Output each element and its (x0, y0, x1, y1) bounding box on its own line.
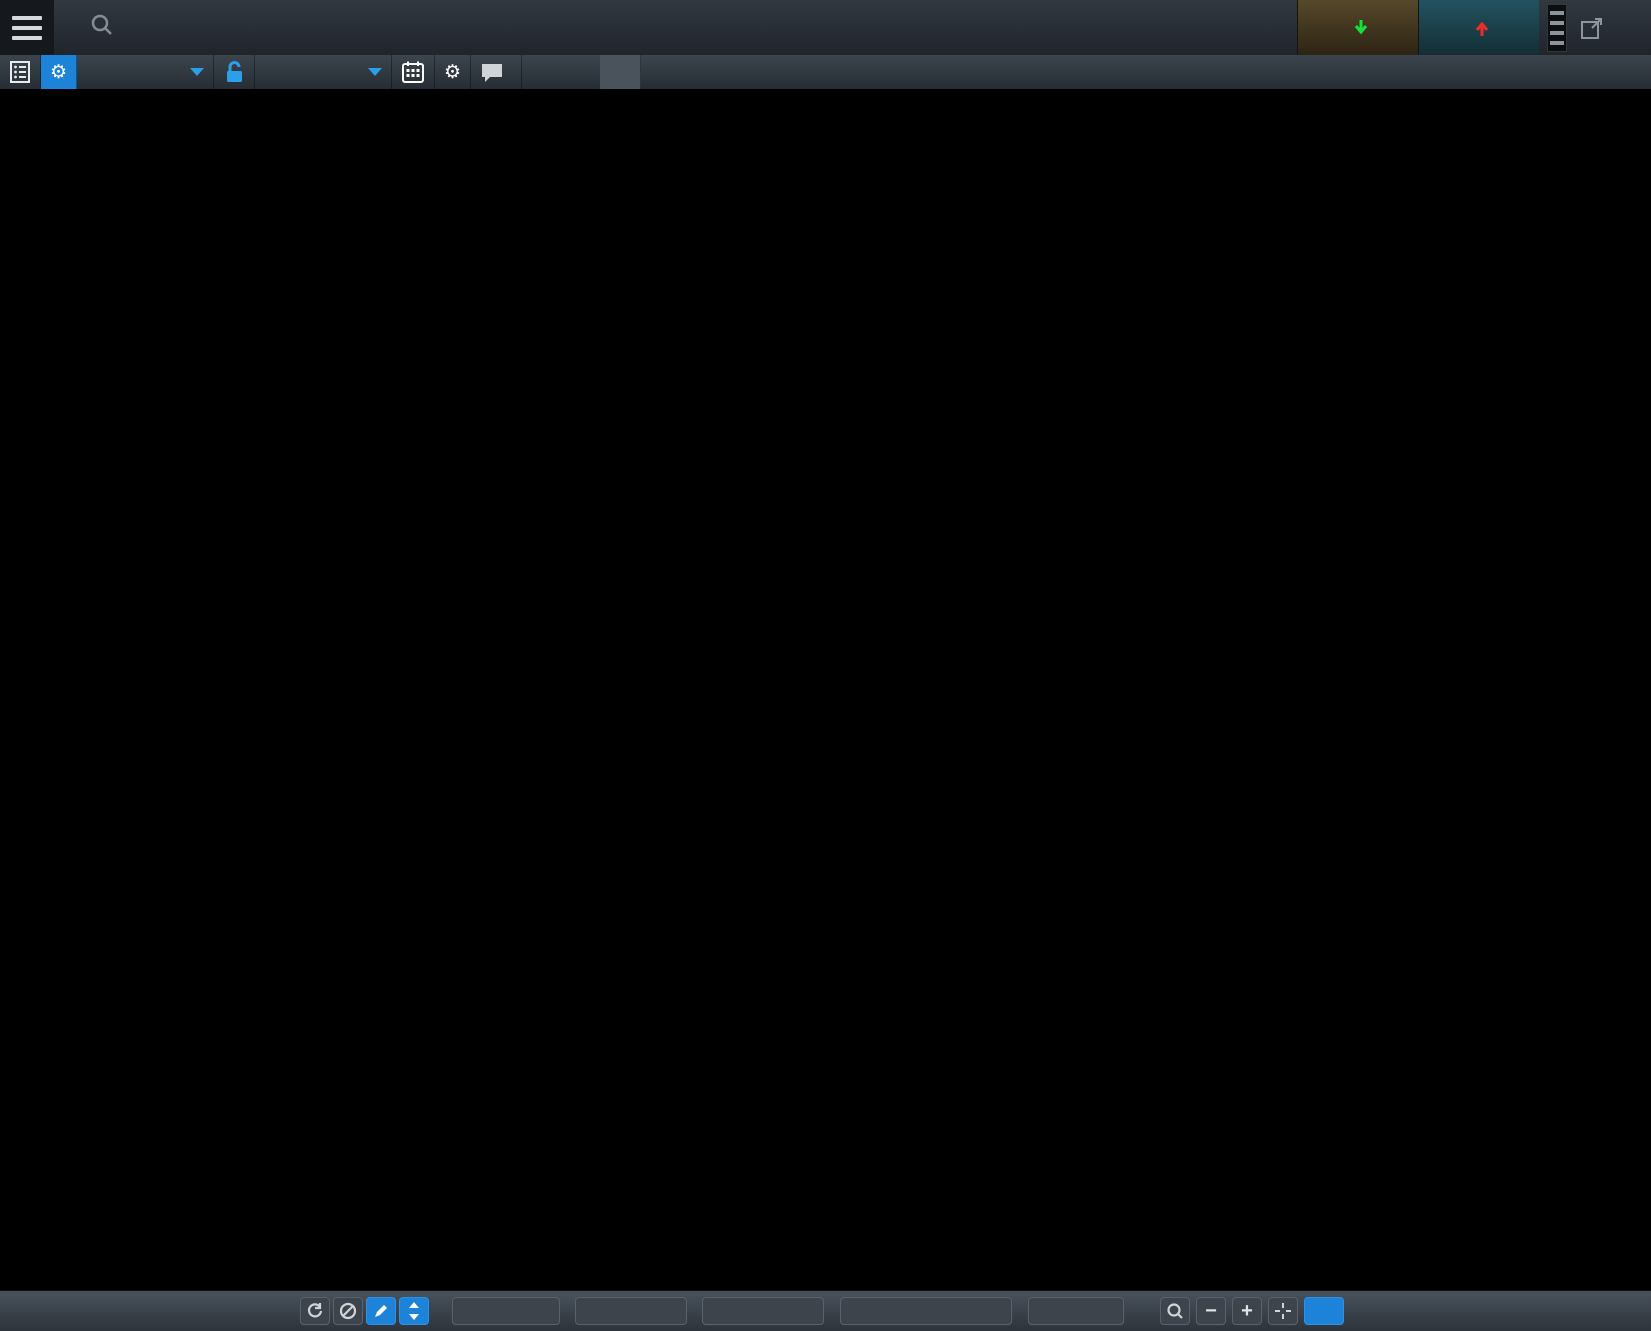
menu-muster[interactable] (1028, 1297, 1124, 1325)
zoom-icon[interactable] (1160, 1297, 1190, 1325)
sell-price-button[interactable] (1297, 0, 1418, 55)
stepper-icon[interactable] (399, 1297, 429, 1325)
zoom-in-icon[interactable]: + (1232, 1297, 1262, 1325)
menu-chart-typ[interactable] (575, 1297, 687, 1325)
buy-price-button[interactable] (1418, 0, 1539, 55)
menu-indikatoren[interactable] (702, 1297, 824, 1325)
settings-gear-icon[interactable]: ⚙ (41, 55, 77, 89)
disable-drawing-icon[interactable] (333, 1297, 363, 1325)
menu-icon[interactable] (0, 0, 54, 55)
refresh-icon[interactable] (300, 1297, 330, 1325)
popout-icon[interactable] (1575, 8, 1609, 48)
speech-bubble-icon (480, 61, 504, 83)
range-dropdown[interactable] (255, 55, 392, 89)
title-bar (0, 0, 1651, 55)
arrow-up-icon (1475, 19, 1489, 37)
chart-forum-button[interactable] (471, 55, 522, 89)
chart-tools-label (641, 55, 665, 89)
menu-zeichenwerkzeuge[interactable] (840, 1297, 1012, 1325)
price-labels-toggle[interactable] (1304, 1297, 1344, 1325)
timeframe-dropdown[interactable] (77, 55, 214, 89)
arrow-down-icon (1354, 19, 1368, 37)
draw-pencil-icon[interactable] (366, 1297, 396, 1325)
news-icon[interactable] (0, 55, 41, 89)
bottom-toolbar: − + (0, 1290, 1651, 1331)
depth-gauge-icon (1547, 4, 1567, 52)
crosshair-icon[interactable] (1268, 1297, 1298, 1325)
menu-zeitraum[interactable] (452, 1297, 560, 1325)
chart-gear-icon[interactable]: ⚙ (435, 55, 471, 89)
close-icon[interactable] (1609, 8, 1643, 48)
chevron-down-icon (190, 68, 204, 76)
lock-icon[interactable] (214, 55, 255, 89)
zoom-out-icon[interactable]: − (1196, 1297, 1226, 1325)
chart-canvas[interactable] (0, 90, 1651, 1290)
search-icon[interactable] (90, 13, 114, 42)
calendar-icon[interactable] (392, 55, 435, 89)
related-button[interactable] (600, 55, 641, 89)
chart-toolbar: ⚙ ⚙ (0, 55, 1651, 90)
chevron-down-icon (368, 68, 382, 76)
